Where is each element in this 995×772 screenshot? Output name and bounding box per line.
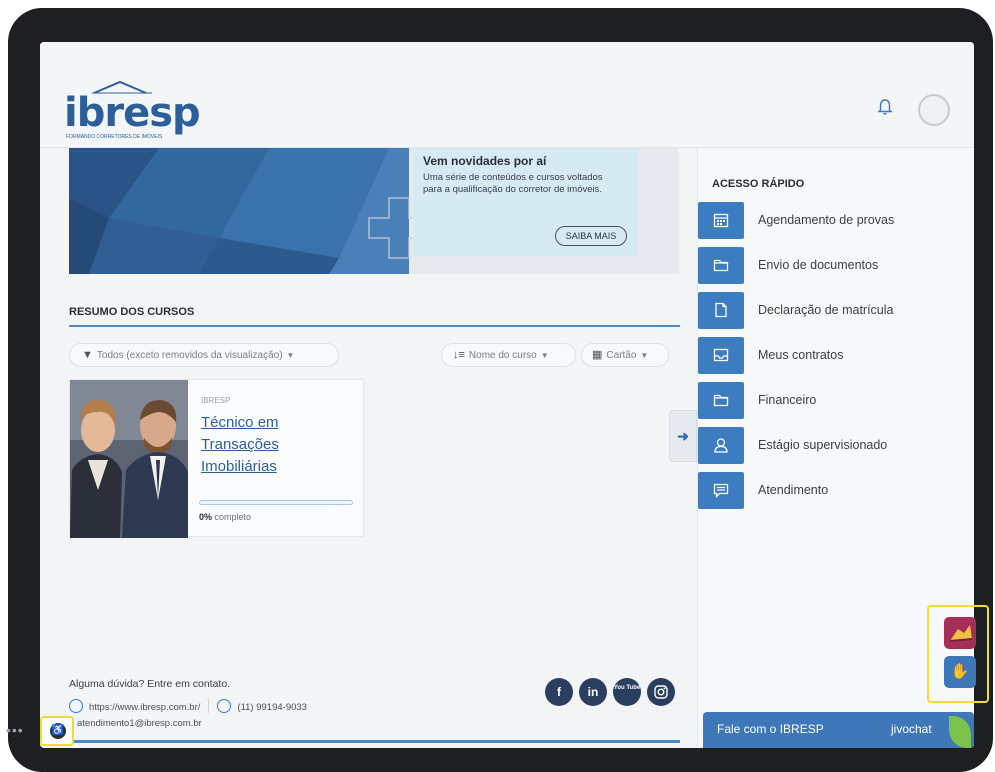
calendar-icon [698,202,744,239]
quick-access-label: Financeiro [758,393,817,407]
chat-brand: jivochat [891,722,932,736]
top-navbar: ibresp FORMANDO CORRETORES DE IMÓVEIS [40,42,974,148]
quick-access-item-envio[interactable]: Envio de documentos [698,247,958,284]
drawer-toggle-arrow-icon[interactable]: ➜ [669,410,697,462]
floating-libras-button[interactable]: ✋ [944,656,976,688]
quick-access-label: Declaração de matrícula [758,303,894,317]
chat-widget-bar[interactable]: Fale com o IBRESP jivochat [703,712,974,748]
inbox-icon [698,337,744,374]
footer-strip [69,740,680,743]
filter-dropdown[interactable]: ▼ Todos (exceto removidos da visualização… [69,343,339,367]
quick-access-label: Envio de documentos [758,258,879,272]
progress-percent: 0% [199,512,213,522]
quick-access-label: Meus contratos [758,348,844,362]
instagram-icon[interactable] [647,678,675,706]
divider [208,699,210,713]
course-progress-bar [199,500,353,505]
footer-contact-row: https://www.ibresp.com.br/ (11) 99194-903… [69,699,307,713]
footer-email-link[interactable]: atendimento1@ibresp.com.br [77,718,202,729]
chevron-down-icon: ▼ [286,351,295,360]
course-image[interactable] [70,380,188,538]
hand-sign-icon [949,625,973,642]
footer-website-link[interactable]: https://www.ibresp.com.br/ [89,702,200,713]
grid-icon: ▦ [592,349,603,361]
logo-tagline: FORMANDO CORRETORES DE IMÓVEIS [66,134,163,140]
quick-access-item-estagio[interactable]: Estágio supervisionado [698,427,958,464]
ibresp-logo[interactable]: ibresp FORMANDO CORRETORES DE IMÓVEIS [64,80,201,142]
promo-text: Uma série de conteúdos e cursos voltados… [423,172,603,195]
linkedin-icon[interactable]: in [579,678,607,706]
sort-label: Nome do curso [468,350,537,361]
view-dropdown[interactable]: ▦ Cartão ▼ [581,343,669,367]
message-icon [698,472,744,509]
chat-label: Fale com o IBRESP [717,722,824,736]
promo-title: Vem novidades por aí [423,154,547,168]
course-overview-title: RESUMO DOS CURSOS [69,306,195,318]
footer-contact-text: Alguma dúvida? Entre em contato. [69,678,231,690]
sort-icon: ↓≡ [453,349,465,361]
whatsapp-icon [217,699,232,713]
instagram-glyph [654,685,668,699]
accessibility-icon[interactable]: ♿ [50,723,66,739]
accessibility-highlight: ♿ [40,716,74,746]
file-icon [698,292,744,329]
floating-accessibility-sign-button[interactable] [944,617,976,649]
youtube-icon[interactable]: You Tube [613,678,641,706]
globe-icon [69,699,83,713]
quick-access-label: Atendimento [758,483,829,497]
chevron-down-icon: ▼ [640,351,649,360]
progress-suffix: completo [212,512,252,522]
footer-phone[interactable]: (11) 99194-9033 [237,702,307,713]
hand-icon: ✋ [950,663,970,680]
user-avatar[interactable] [918,94,950,126]
folder-icon [698,247,744,284]
quick-access-title: ACESSO RÁPIDO [712,178,805,190]
promo-card: Vem novidades por aí Uma série de conteú… [413,148,638,256]
course-category: IBRESP [201,396,231,405]
chevron-down-icon: ▼ [540,351,549,360]
section-divider [69,325,680,327]
footer-email-row: ▯atendimento1@ibresp.com.br [69,718,202,729]
quick-access-label: Agendamento de provas [758,213,895,227]
quick-access-item-financeiro[interactable]: Financeiro [698,382,958,419]
course-photo-illustration [70,380,188,538]
logo-wordmark: ibresp [64,90,201,136]
sort-dropdown[interactable]: ↓≡ Nome do curso ▼ [441,343,576,367]
saiba-mais-button[interactable]: SAIBA MAIS [555,226,627,246]
course-progress-text: 0% completo [199,512,251,522]
filter-label: Todos (exceto removidos da visualização) [96,350,283,361]
course-card[interactable]: IBRESP Técnico em Transações Imobiliária… [69,379,364,538]
jivochat-leaf-icon [949,716,971,748]
app-screen: ibresp FORMANDO CORRETORES DE IMÓVEIS Ve… [40,42,974,748]
view-label: Cartão [606,350,637,361]
course-title-link[interactable]: Técnico em Transações Imobiliárias [201,412,311,478]
bell-icon[interactable] [877,98,893,116]
quick-access-item-declaracao[interactable]: Declaração de matrícula [698,292,958,329]
quick-access-item-atendimento[interactable]: Atendimento [698,472,958,509]
quick-access-label: Estágio supervisionado [758,438,888,452]
quick-access-item-agendamento[interactable]: Agendamento de provas [698,202,958,239]
folder-icon [698,382,744,419]
facebook-icon[interactable]: f [545,678,573,706]
more-dots-icon: ••• [6,722,24,738]
filter-icon: ▼ [82,349,93,361]
quick-access-item-contratos[interactable]: Meus contratos [698,337,958,374]
user-icon [698,427,744,464]
